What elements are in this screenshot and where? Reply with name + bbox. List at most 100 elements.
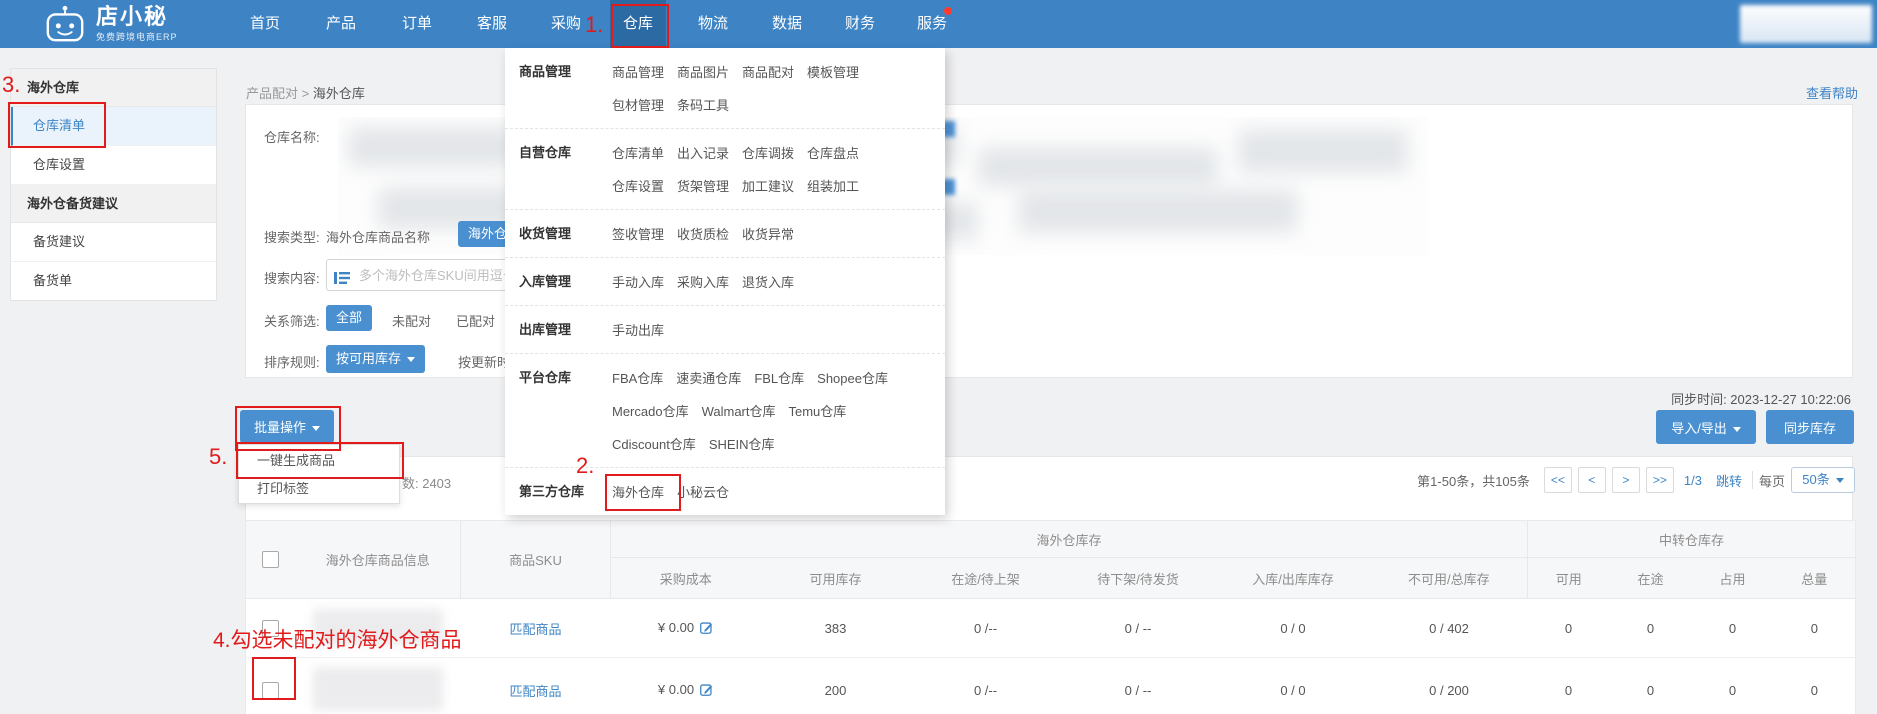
menu-item[interactable]: 商品图片 <box>677 62 729 81</box>
batch-operation-menu: 一键生成商品 打印标签 <box>238 444 400 504</box>
menu-item[interactable]: FBA仓库 <box>612 368 663 387</box>
menu-item[interactable]: 仓库设置 <box>612 176 664 195</box>
menu-item[interactable]: 小秘云仓 <box>677 482 729 501</box>
nav-item-service[interactable]: 客服 <box>464 0 520 48</box>
menu-item[interactable]: 手动入库 <box>612 272 664 291</box>
first-page-button[interactable]: << <box>1544 467 1572 493</box>
search-content-label: 搜索内容: <box>264 268 320 287</box>
menu-item[interactable]: 模板管理 <box>807 62 859 81</box>
relation-filter-label: 关系筛选: <box>264 311 320 330</box>
batch-operation-button[interactable]: 批量操作 <box>240 410 334 443</box>
nav-item-orders[interactable]: 订单 <box>389 0 445 48</box>
chevron-down-icon <box>1733 427 1741 432</box>
sync-time-text: 同步时间: 2023-12-27 10:22:06 <box>1671 389 1851 408</box>
table-row: 匹配商品 ¥ 0.00 383 0 /-- 0 / -- 0 / 0 0 / 4… <box>246 599 1856 658</box>
menu-item[interactable]: 仓库清单 <box>612 143 664 162</box>
menu-item-print-label[interactable]: 打印标签 <box>239 475 399 503</box>
redacted-blur <box>978 147 1218 187</box>
pagination: 第1-50条，共105条 << < > >> 1/3 跳转 每页 50条 <box>1417 467 1855 493</box>
edit-icon[interactable] <box>700 684 713 699</box>
menu-item[interactable]: 出入记录 <box>677 143 729 162</box>
menu-item-overseas-warehouse[interactable]: 海外仓库 <box>612 482 664 501</box>
col-header-t-available: 可用 <box>1528 558 1610 599</box>
last-page-button[interactable]: >> <box>1646 467 1674 493</box>
col-header-t-transit: 在途 <box>1610 558 1692 599</box>
menu-section-third-party-warehouse: 第三方仓库 海外仓库 小秘云仓 <box>505 468 945 515</box>
relation-option-unmatched[interactable]: 未配对 <box>392 311 431 330</box>
annotation-step5: 5. <box>209 446 227 468</box>
relation-option-all-selected[interactable]: 全部 <box>326 305 372 331</box>
user-account-blurred[interactable] <box>1740 5 1872 43</box>
product-info-redacted <box>313 609 443 645</box>
menu-item[interactable]: 采购入库 <box>677 272 729 291</box>
next-page-button[interactable]: > <box>1612 467 1640 493</box>
menu-item[interactable]: 退货入库 <box>742 272 794 291</box>
redacted-blur <box>348 127 518 167</box>
sidebar-item-restock-order[interactable]: 备货单 <box>11 262 216 300</box>
menu-item[interactable]: 加工建议 <box>742 176 794 195</box>
menu-item[interactable]: 签收管理 <box>612 224 664 243</box>
menu-item[interactable]: Shopee仓库 <box>817 368 888 387</box>
row-checkbox-unmatched[interactable] <box>262 682 279 699</box>
menu-item[interactable]: 仓库调拨 <box>742 143 794 162</box>
menu-item[interactable]: 商品配对 <box>742 62 794 81</box>
menu-item[interactable]: 仓库盘点 <box>807 143 859 162</box>
nav-item-logistics[interactable]: 物流 <box>685 0 741 48</box>
col-header-available: 可用库存 <box>761 558 911 599</box>
menu-item[interactable]: Temu仓库 <box>789 401 847 420</box>
total-count-text: 数: 2403 <box>402 473 451 492</box>
menu-item[interactable]: 手动出库 <box>612 320 664 339</box>
jump-to-page-button[interactable]: 跳转 <box>1716 471 1742 490</box>
sidebar-header-restock: 海外仓备货建议 <box>11 185 216 223</box>
inventory-table: 海外仓库商品信息 商品SKU 海外仓库存 中转仓库存 采购成本 可用库存 在途/… <box>245 520 1855 714</box>
menu-item[interactable]: 货架管理 <box>677 176 729 195</box>
nav-item-purchase[interactable]: 采购 <box>538 0 594 48</box>
nav-item-warehouse[interactable]: 仓库 <box>610 0 666 48</box>
app-logo[interactable]: 店小秘 免费跨境电商ERP <box>44 4 178 49</box>
menu-section-outbound: 出库管理 手动出库 <box>505 306 945 354</box>
nav-item-products[interactable]: 产品 <box>313 0 369 48</box>
logo-title: 店小秘 <box>96 4 178 30</box>
menu-item[interactable]: FBL仓库 <box>754 368 804 387</box>
menu-item[interactable]: 速卖通仓库 <box>676 368 741 387</box>
menu-item[interactable]: SHEIN仓库 <box>709 434 775 453</box>
sync-stock-button[interactable]: 同步库存 <box>1766 410 1854 444</box>
nav-item-home[interactable]: 首页 <box>237 0 293 48</box>
nav-item-finance[interactable]: 财务 <box>832 0 888 48</box>
menu-item[interactable]: 条码工具 <box>677 95 729 114</box>
menu-item[interactable]: 收货异常 <box>742 224 794 243</box>
warehouse-mega-menu: 商品管理 商品管理 商品图片 商品配对 模板管理 包材管理 条码工具 自营仓库 … <box>505 48 945 515</box>
page-indicator: 1/3 <box>1684 473 1702 488</box>
sidebar-item-restock-advice[interactable]: 备货建议 <box>11 223 216 262</box>
prev-page-button[interactable]: < <box>1578 467 1606 493</box>
col-header-purchase-cost: 采购成本 <box>611 558 761 599</box>
menu-item[interactable]: Cdiscount仓库 <box>612 434 696 453</box>
sidebar-item-warehouse-settings[interactable]: 仓库设置 <box>11 146 216 185</box>
search-type-option-name[interactable]: 海外仓库商品名称 <box>326 227 430 246</box>
menu-item[interactable]: 组装加工 <box>807 176 859 195</box>
relation-option-matched[interactable]: 已配对 <box>456 311 495 330</box>
nav-item-services[interactable]: 服务 <box>904 0 960 48</box>
sidebar-item-warehouse-list[interactable]: 仓库清单 <box>11 107 216 146</box>
help-link[interactable]: 查看帮助 <box>1806 83 1858 102</box>
menu-item[interactable]: Walmart仓库 <box>702 401 776 420</box>
nav-item-data[interactable]: 数据 <box>759 0 815 48</box>
select-all-checkbox[interactable] <box>262 551 279 568</box>
menu-item[interactable]: 收货质检 <box>677 224 729 243</box>
robot-logo-icon <box>44 4 86 49</box>
edit-icon[interactable] <box>700 622 713 637</box>
menu-item[interactable]: Mercado仓库 <box>612 401 689 420</box>
match-product-link[interactable]: 匹配商品 <box>509 684 561 699</box>
match-product-link[interactable]: 匹配商品 <box>509 622 561 637</box>
breadcrumb-parent[interactable]: 产品配对 <box>246 86 298 101</box>
per-page-select[interactable]: 50条 <box>1791 467 1855 493</box>
menu-item-generate-product[interactable]: 一键生成商品 <box>239 447 399 475</box>
per-page-label: 每页 <box>1759 471 1785 490</box>
menu-item[interactable]: 包材管理 <box>612 95 664 114</box>
search-type-label: 搜索类型: <box>264 227 320 246</box>
menu-item[interactable]: 商品管理 <box>612 62 664 81</box>
sort-by-available-stock-dropdown[interactable]: 按可用库存 <box>326 345 425 373</box>
row-checkbox[interactable] <box>262 620 279 637</box>
import-export-button[interactable]: 导入/导出 <box>1656 410 1756 444</box>
breadcrumb-current: 海外仓库 <box>313 86 365 101</box>
